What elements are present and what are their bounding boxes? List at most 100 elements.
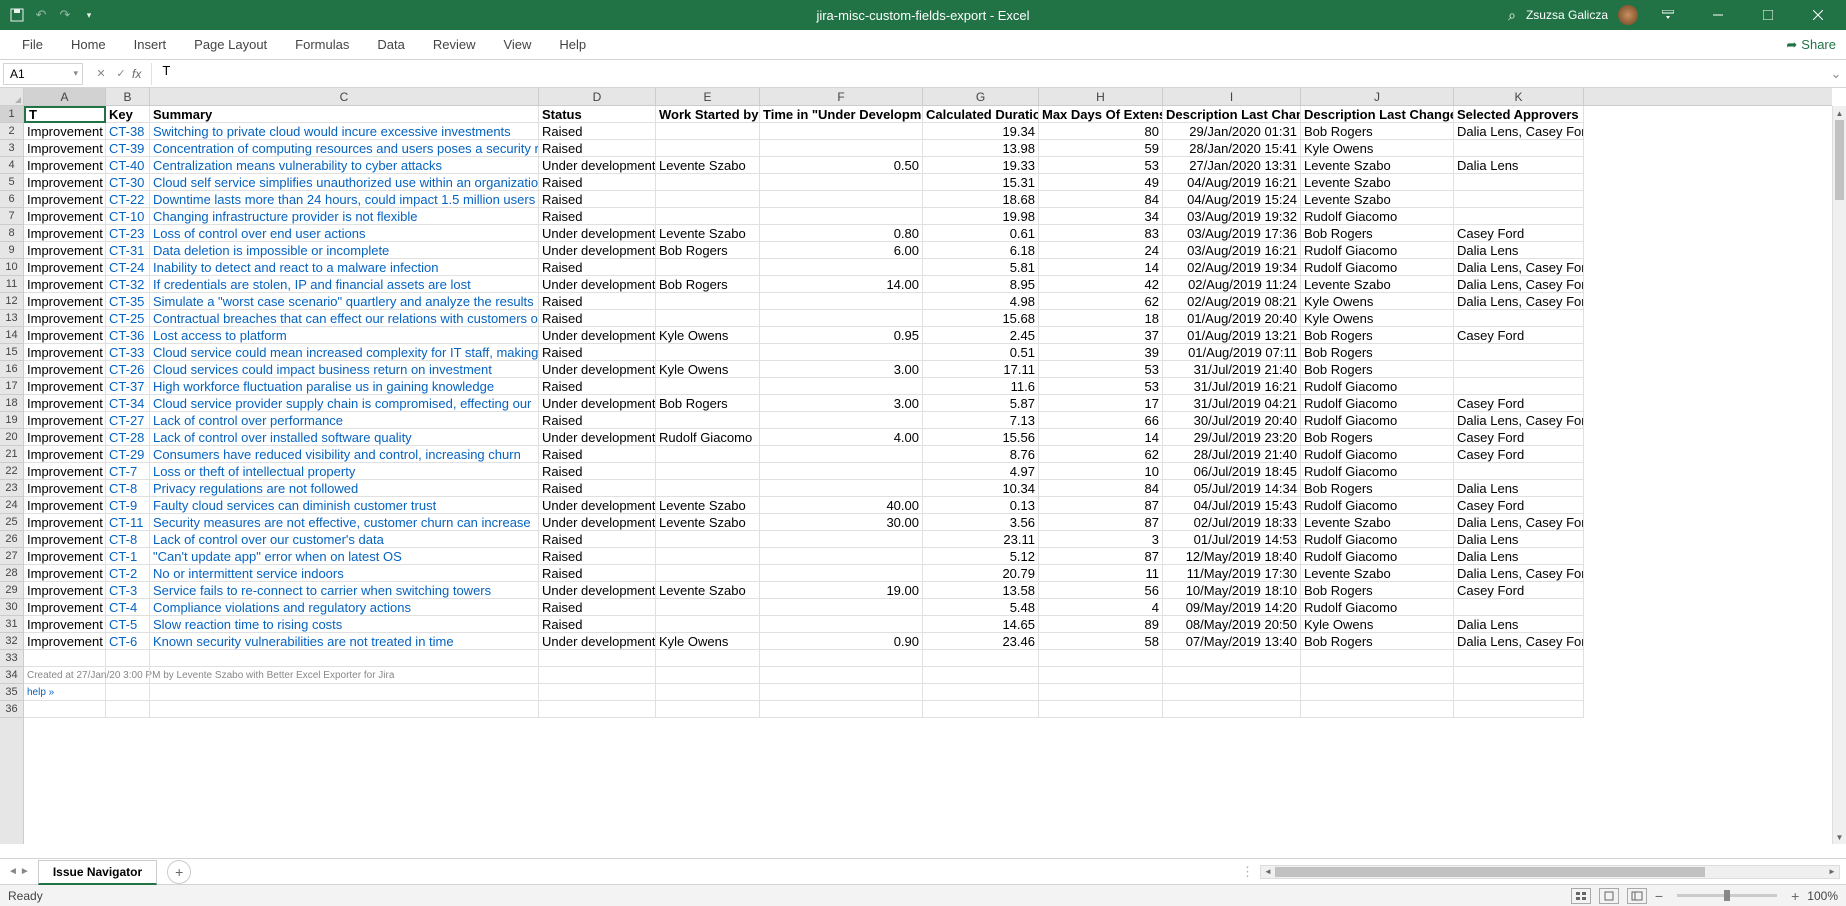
cell[interactable]: [760, 310, 923, 327]
user-name[interactable]: Zsuzsa Galicza: [1526, 8, 1608, 22]
cell[interactable]: 62: [1039, 446, 1163, 463]
cell[interactable]: 10.34: [923, 480, 1039, 497]
cell[interactable]: 2.45: [923, 327, 1039, 344]
cell[interactable]: Casey Ford: [1454, 497, 1584, 514]
cell[interactable]: [656, 446, 760, 463]
cell[interactable]: 10/May/2019 18:10: [1163, 582, 1301, 599]
cell[interactable]: [1454, 701, 1584, 718]
column-header-D[interactable]: D: [539, 88, 656, 105]
cell[interactable]: Faulty cloud services can diminish custo…: [150, 497, 539, 514]
cell[interactable]: 80: [1039, 123, 1163, 140]
cell[interactable]: 0.50: [760, 157, 923, 174]
select-all-button[interactable]: [0, 88, 24, 106]
cell[interactable]: CT-10: [106, 208, 150, 225]
row-header-8[interactable]: 8: [0, 225, 23, 242]
cell[interactable]: [760, 446, 923, 463]
row-header-29[interactable]: 29: [0, 582, 23, 599]
cell[interactable]: CT-29: [106, 446, 150, 463]
cell[interactable]: CT-9: [106, 497, 150, 514]
cell[interactable]: 4: [1039, 599, 1163, 616]
row-header-28[interactable]: 28: [0, 565, 23, 582]
cell[interactable]: [1454, 599, 1584, 616]
cell[interactable]: 84: [1039, 480, 1163, 497]
cell[interactable]: Improvement: [24, 242, 106, 259]
cell[interactable]: Improvement: [24, 293, 106, 310]
cell[interactable]: Bob Rogers: [1301, 361, 1454, 378]
column-header-J[interactable]: J: [1301, 88, 1454, 105]
scroll-left-icon[interactable]: ◄: [1261, 866, 1275, 878]
cell[interactable]: [106, 684, 150, 701]
cell[interactable]: [1301, 701, 1454, 718]
cell[interactable]: [24, 650, 106, 667]
zoom-slider[interactable]: [1677, 894, 1777, 897]
cell[interactable]: 03/Aug/2019 19:32: [1163, 208, 1301, 225]
cell[interactable]: 5.48: [923, 599, 1039, 616]
cell[interactable]: Lack of control over our customer's data: [150, 531, 539, 548]
cell[interactable]: Levente Szabo: [1301, 174, 1454, 191]
normal-view-icon[interactable]: [1571, 888, 1591, 904]
cell[interactable]: [1454, 344, 1584, 361]
cell[interactable]: CT-2: [106, 565, 150, 582]
cell[interactable]: [656, 293, 760, 310]
cell[interactable]: 37: [1039, 327, 1163, 344]
row-header-10[interactable]: 10: [0, 259, 23, 276]
cell[interactable]: [150, 701, 539, 718]
row-header-17[interactable]: 17: [0, 378, 23, 395]
cell[interactable]: 0.51: [923, 344, 1039, 361]
cell[interactable]: 87: [1039, 497, 1163, 514]
cell[interactable]: [1301, 667, 1454, 684]
cell[interactable]: Rudolf Giacomo: [1301, 412, 1454, 429]
cell[interactable]: Improvement: [24, 565, 106, 582]
cell[interactable]: [1039, 684, 1163, 701]
cell[interactable]: 53: [1039, 378, 1163, 395]
cell[interactable]: [656, 480, 760, 497]
cell[interactable]: Loss or theft of intellectual property: [150, 463, 539, 480]
cells-area[interactable]: TKeySummaryStatusWork Started byTime in …: [24, 106, 1832, 844]
cell[interactable]: Raised: [539, 208, 656, 225]
cell[interactable]: CT-22: [106, 191, 150, 208]
tab-view[interactable]: View: [489, 31, 545, 58]
column-header-E[interactable]: E: [656, 88, 760, 105]
cell[interactable]: [150, 650, 539, 667]
cell[interactable]: Improvement: [24, 140, 106, 157]
cell[interactable]: 4.00: [760, 429, 923, 446]
enter-formula-icon[interactable]: ✓: [112, 65, 130, 83]
cell[interactable]: 02/Aug/2019 11:24: [1163, 276, 1301, 293]
cell[interactable]: 03/Aug/2019 16:21: [1163, 242, 1301, 259]
cell[interactable]: Raised: [539, 293, 656, 310]
cell[interactable]: Dalia Lens: [1454, 157, 1584, 174]
cell[interactable]: Dalia Lens, Casey Ford: [1454, 633, 1584, 650]
cell[interactable]: Description Last Changed by: [1301, 106, 1454, 123]
row-header-34[interactable]: 34: [0, 667, 23, 684]
tab-file[interactable]: File: [8, 31, 57, 58]
cell[interactable]: Rudolf Giacomo: [1301, 531, 1454, 548]
cell[interactable]: Improvement: [24, 446, 106, 463]
cell[interactable]: CT-4: [106, 599, 150, 616]
vscroll-thumb[interactable]: [1835, 120, 1844, 200]
cell[interactable]: 30/Jul/2019 20:40: [1163, 412, 1301, 429]
cell[interactable]: Centralization means vulnerability to cy…: [150, 157, 539, 174]
cell[interactable]: [760, 548, 923, 565]
scroll-down-icon[interactable]: ▼: [1833, 830, 1846, 844]
cell[interactable]: CT-8: [106, 480, 150, 497]
cell[interactable]: Under development: [539, 582, 656, 599]
cell[interactable]: CT-23: [106, 225, 150, 242]
cell[interactable]: Consumers have reduced visibility and co…: [150, 446, 539, 463]
cell[interactable]: help »: [24, 684, 106, 701]
cell[interactable]: 12/May/2019 18:40: [1163, 548, 1301, 565]
zoom-level[interactable]: 100%: [1807, 889, 1838, 903]
cell[interactable]: Raised: [539, 412, 656, 429]
cell[interactable]: Rudolf Giacomo: [1301, 242, 1454, 259]
cell[interactable]: 14: [1039, 429, 1163, 446]
cell[interactable]: 04/Aug/2019 15:24: [1163, 191, 1301, 208]
cell[interactable]: [923, 667, 1039, 684]
cell[interactable]: Levente Szabo: [656, 514, 760, 531]
row-header-36[interactable]: 36: [0, 701, 23, 718]
cell[interactable]: Under development: [539, 395, 656, 412]
cell[interactable]: Lack of control over performance: [150, 412, 539, 429]
cell[interactable]: Service fails to re-connect to carrier w…: [150, 582, 539, 599]
sheet-prev-icon[interactable]: ◄: [8, 866, 18, 877]
cell[interactable]: 17.11: [923, 361, 1039, 378]
cell[interactable]: 0.61: [923, 225, 1039, 242]
fx-icon[interactable]: fx: [132, 67, 145, 81]
